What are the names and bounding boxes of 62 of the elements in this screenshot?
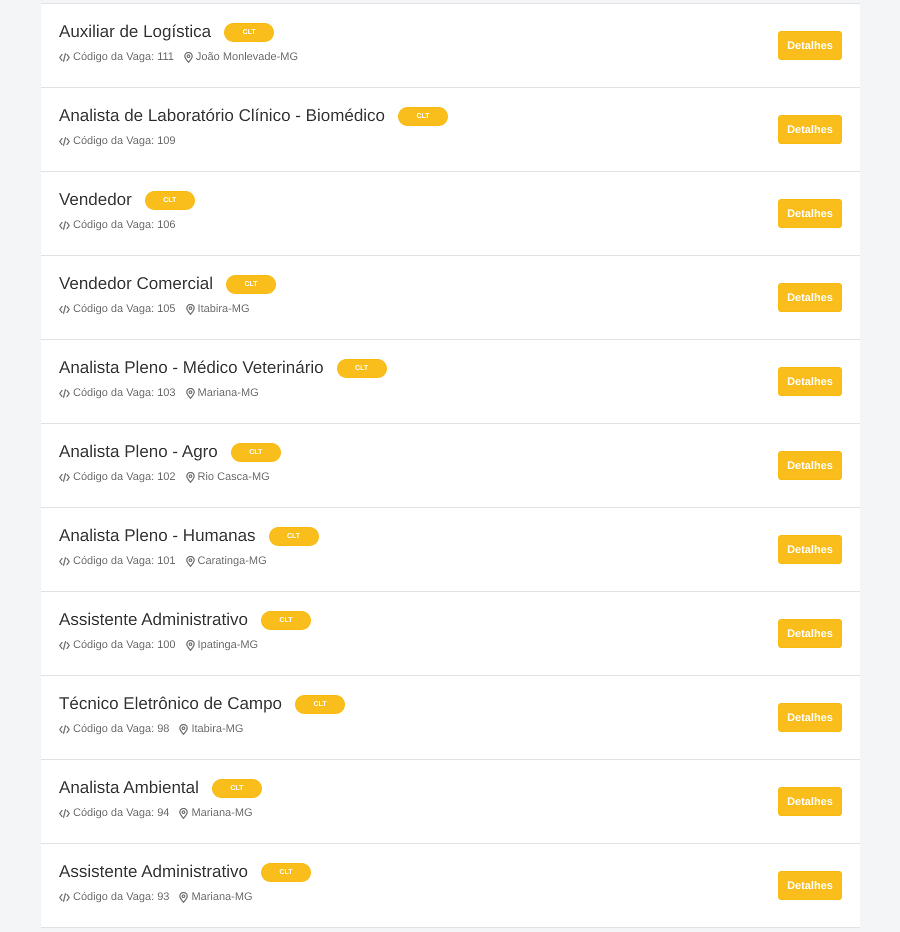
job-code: Código da Vaga: 93: [73, 890, 170, 904]
details-button[interactable]: Detalhes: [778, 535, 842, 564]
code-icon: [59, 304, 70, 314]
code-icon: [59, 808, 70, 818]
details-button[interactable]: Detalhes: [778, 787, 842, 816]
code-icon: [59, 640, 70, 650]
job-code: Código da Vaga: 109: [73, 134, 176, 148]
code-icon: [59, 136, 70, 146]
job-code: Código da Vaga: 111: [73, 50, 174, 64]
code-icon: [59, 52, 70, 62]
job-location: Mariana-MG: [191, 806, 253, 820]
job-location: Caratinga-MG: [198, 554, 267, 568]
job-title: Analista Pleno - Humanas: [59, 525, 256, 547]
code-icon: [59, 892, 70, 902]
job-code: Código da Vaga: 106: [73, 218, 176, 232]
job-code: Código da Vaga: 94: [73, 806, 170, 820]
job-title: Vendedor Comercial: [59, 273, 214, 295]
details-button[interactable]: Detalhes: [778, 283, 842, 312]
job-title: Analista Pleno - Agro: [59, 441, 218, 463]
code-icon: [59, 472, 70, 482]
details-button[interactable]: Detalhes: [778, 871, 842, 900]
details-button[interactable]: Detalhes: [778, 367, 842, 396]
location-pin-icon: [186, 640, 195, 650]
location-pin-icon: [186, 388, 195, 398]
code-icon: [59, 724, 70, 734]
job-title: Analista Pleno - Médico Veterinário: [59, 357, 324, 379]
location-pin-icon: [179, 892, 188, 902]
job-location: João Monlevade-MG: [196, 50, 298, 64]
location-pin-icon: [184, 52, 193, 62]
job-title: Analista de Laboratório Clínico - Biomédico: [59, 105, 386, 127]
location-pin-icon: [186, 304, 195, 314]
code-icon: [59, 556, 70, 566]
details-button[interactable]: Detalhes: [778, 31, 842, 60]
job-code: Código da Vaga: 98: [73, 722, 170, 736]
location-pin-icon: [179, 808, 188, 818]
location-pin-icon: [179, 724, 188, 734]
details-button[interactable]: Detalhes: [778, 115, 842, 144]
job-code: Código da Vaga: 101: [73, 554, 176, 568]
details-button[interactable]: Detalhes: [778, 451, 842, 480]
job-location: Rio Casca-MG: [198, 470, 270, 484]
job-code: Código da Vaga: 103: [73, 386, 176, 400]
job-title: Analista Ambiental: [59, 777, 199, 799]
job-location: Mariana-MG: [198, 386, 259, 400]
job-code: Código da Vaga: 105: [73, 302, 176, 316]
job-title: Vendedor: [59, 189, 132, 211]
details-button[interactable]: Detalhes: [778, 703, 842, 732]
job-location: Mariana-MG: [191, 890, 253, 904]
job-title: Técnico Eletrônico de Campo: [59, 693, 282, 715]
job-location: Itabira-MG: [198, 302, 250, 316]
job-location: Ipatinga-MG: [198, 638, 258, 652]
job-code: Código da Vaga: 100: [73, 638, 176, 652]
location-pin-icon: [186, 472, 195, 482]
details-button[interactable]: Detalhes: [778, 199, 842, 228]
code-icon: [59, 220, 70, 230]
job-title: Assistente Administrativo: [59, 609, 248, 631]
job-location: Itabira-MG: [191, 722, 244, 736]
job-title: Auxiliar de Logística: [59, 21, 212, 43]
job-code: Código da Vaga: 102: [73, 470, 176, 484]
job-title: Assistente Administrativo: [59, 861, 248, 883]
code-icon: [59, 388, 70, 398]
details-button[interactable]: Detalhes: [778, 619, 842, 648]
location-pin-icon: [186, 556, 195, 566]
